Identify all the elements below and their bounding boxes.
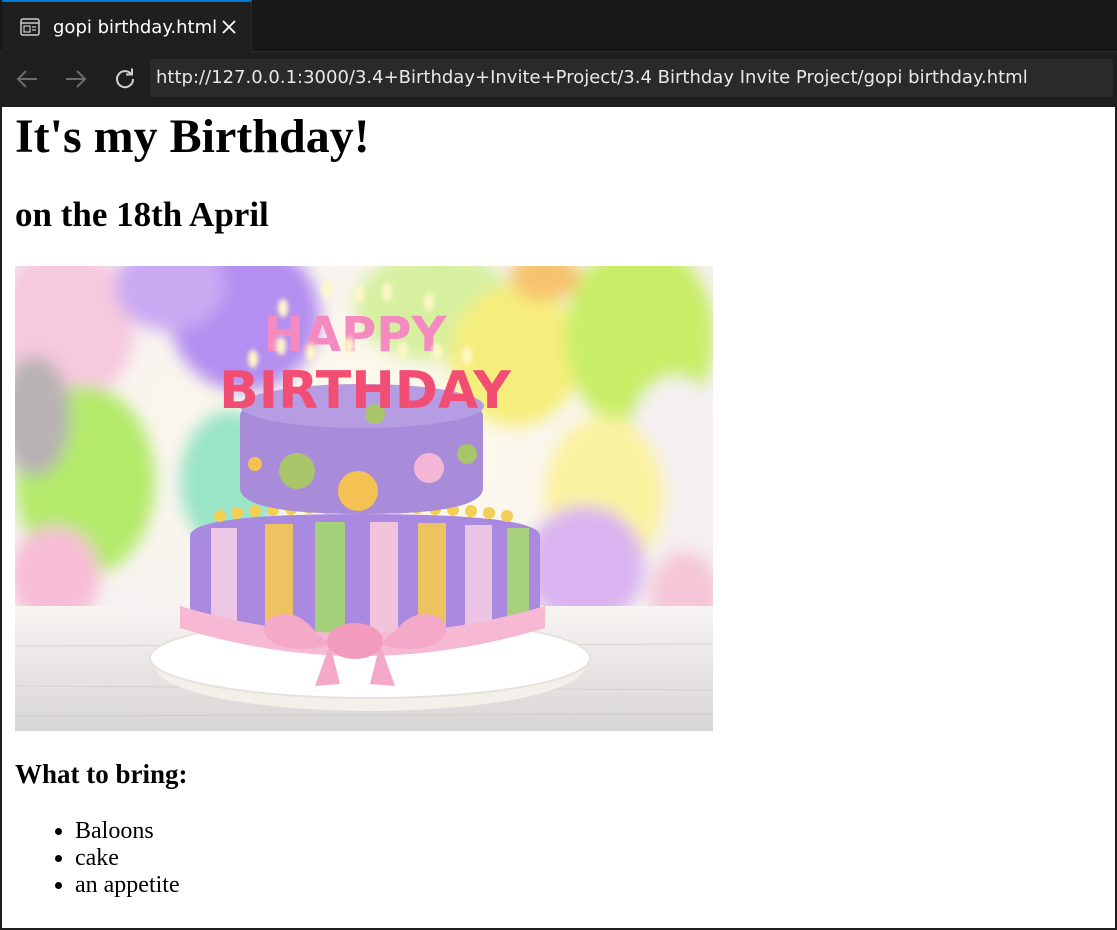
forward-arrow-icon[interactable]	[62, 65, 90, 93]
tab-bar: gopi birthday.html	[0, 0, 1117, 52]
list-item: an appetite	[75, 872, 180, 899]
url-input[interactable]: http://127.0.0.1:3000/3.4+Birthday+Invit…	[150, 59, 1113, 97]
cake-topper-birthday: BIRTHDAY	[219, 361, 512, 421]
birthday-cake-image: HAPPY BIRTHDAY	[15, 266, 713, 731]
close-tab-icon[interactable]	[217, 15, 241, 39]
list-item: cake	[75, 845, 180, 872]
back-arrow-icon[interactable]	[13, 65, 41, 93]
list-item: Baloons	[75, 818, 180, 845]
navigation-bar: http://127.0.0.1:3000/3.4+Birthday+Invit…	[0, 52, 1117, 107]
reload-icon[interactable]	[111, 65, 139, 93]
page-heading: It's my Birthday!	[15, 110, 370, 163]
browser-page-icon	[20, 18, 40, 36]
tab-title: gopi birthday.html	[53, 16, 218, 38]
bring-list: Baloons cake an appetite	[15, 818, 180, 899]
bring-heading: What to bring:	[15, 759, 188, 789]
page-content: It's my Birthday! on the 18th April HAPP…	[2, 107, 1115, 928]
cake-topper-happy: HAPPY	[264, 307, 448, 363]
page-subheading: on the 18th April	[15, 195, 269, 234]
tab-active[interactable]: gopi birthday.html	[2, 0, 252, 52]
